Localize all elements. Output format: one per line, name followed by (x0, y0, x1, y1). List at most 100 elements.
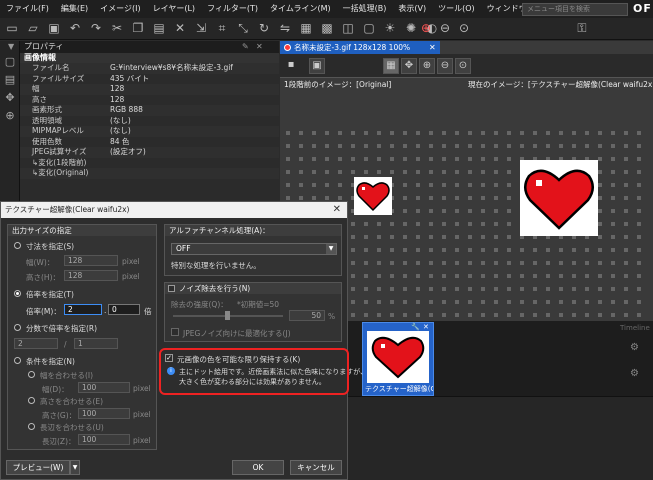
size-radio[interactable] (14, 242, 21, 249)
menu-item[interactable]: イメージ(I) (94, 0, 146, 18)
crop-icon[interactable]: ⌗ (214, 20, 230, 36)
single-view-icon[interactable]: ▪ (283, 58, 299, 74)
new-icon[interactable]: ▭ (4, 20, 20, 36)
canvas-dot (637, 157, 641, 161)
grid-view-icon[interactable]: ▦ (383, 58, 399, 74)
split-view-icon[interactable]: ▣ (309, 58, 325, 74)
menu-item[interactable]: 表示(V) (392, 0, 432, 18)
height-input[interactable]: 128 (64, 270, 118, 281)
fraction-radio[interactable] (14, 324, 21, 331)
scale-radio[interactable] (14, 290, 21, 297)
frame-icon[interactable]: ▢ (361, 20, 377, 36)
timeline-tool-icon-2[interactable]: ⚙ (630, 368, 639, 379)
scale-frac-input[interactable]: 0 (108, 304, 140, 315)
menu-item[interactable]: ツール(O) (432, 0, 481, 18)
zoom-fit-icon[interactable]: ⊙ (455, 58, 471, 74)
resize-icon[interactable]: ⤡ (235, 20, 251, 36)
timeline-frame-thumbnail[interactable]: テクスチャー超解像(C 🔧 ✕ (362, 322, 434, 396)
condition-radio[interactable] (14, 357, 21, 364)
grid-icon[interactable]: ▩ (319, 20, 335, 36)
fraction-numerator-input[interactable]: 2 (14, 338, 58, 349)
preview-button[interactable]: プレビュー(W) (6, 460, 70, 475)
canvas-dot (637, 131, 641, 135)
wrench-icon[interactable]: 🔧 (411, 323, 420, 331)
noise-removal-title: ノイズ除去を行う(N) (165, 283, 341, 294)
pin-icon[interactable]: ✎ (242, 41, 249, 53)
undo-icon[interactable]: ↶ (67, 20, 83, 36)
cancel-button[interactable]: キャンセル (290, 460, 342, 475)
canvas-dot (377, 131, 381, 135)
fit-width-radio[interactable] (28, 371, 35, 378)
canvas-dot (429, 131, 433, 135)
menu-item[interactable]: フィルター(T) (201, 0, 264, 18)
canvas-dot (507, 170, 511, 174)
fit-height-input[interactable]: 100 (78, 408, 130, 419)
canvas-dot (546, 261, 550, 265)
document-tab[interactable]: 名称未設定-3.gif 128x128 100% ✕ (280, 41, 440, 54)
canvas-dot (481, 183, 485, 187)
canvas-dot (416, 196, 420, 200)
preview-dropdown-button[interactable]: ▼ (70, 460, 80, 475)
canvas-icon[interactable]: ▦ (298, 20, 314, 36)
menu-item[interactable]: 一括処理(B) (337, 0, 393, 18)
zoom-out-icon[interactable]: ⊖ (437, 20, 453, 36)
layers-icon[interactable]: ◫ (340, 20, 356, 36)
close-dialog-icon[interactable]: ✕ (333, 202, 341, 218)
menu-item[interactable]: レイヤー(L) (147, 0, 201, 18)
zoom-out-icon[interactable]: ⊖ (437, 58, 453, 74)
save-icon[interactable]: ▣ (46, 20, 62, 36)
move-tool-icon[interactable]: ✥ (3, 91, 17, 105)
ok-button[interactable]: OK (232, 460, 284, 475)
menu-item[interactable]: タイムライン(M) (264, 0, 337, 18)
open-icon[interactable]: ▱ (25, 20, 41, 36)
noise-value-input[interactable]: 50 (289, 310, 325, 321)
scale-int-input[interactable]: 2 (64, 304, 102, 315)
transform-icon[interactable]: ⇲ (193, 20, 209, 36)
noise-slider-thumb[interactable] (225, 311, 230, 320)
menu-item[interactable]: 編集(E) (55, 0, 94, 18)
pan-icon[interactable]: ✥ (401, 58, 417, 74)
property-list: ファイル名 G:¥interview¥s8¥名称未設定-3.gif ファイルサイズ 4… (20, 63, 279, 179)
flip-icon[interactable]: ⇋ (277, 20, 293, 36)
canvas-dot (390, 170, 394, 174)
target-tool-icon[interactable]: ⊕ (3, 109, 17, 123)
canvas-dot (481, 313, 485, 317)
redo-icon[interactable]: ↷ (88, 20, 104, 36)
key-icon[interactable]: ⚿ (574, 20, 590, 36)
width-input[interactable]: 128 (64, 255, 118, 266)
menu-search-input[interactable]: メニュー項目を検索 (522, 3, 628, 16)
fraction-denominator-input[interactable]: 1 (74, 338, 118, 349)
alpha-select[interactable]: OFF ▼ (171, 243, 337, 255)
sun-icon[interactable]: ✺ (403, 20, 419, 36)
alpha-channel-group: アルファチャンネル処理(A)： OFF ▼ 特別な処理を行いません。 (164, 224, 342, 276)
close-frame-icon[interactable]: ✕ (423, 323, 429, 331)
select-tool-icon[interactable]: ▢ (3, 55, 17, 69)
zoom-in-icon[interactable]: ⊕ (419, 58, 435, 74)
canvas-dot (312, 196, 316, 200)
close-tab-icon[interactable]: ✕ (429, 41, 436, 54)
timeline-tool-icon-1[interactable]: ⚙ (630, 342, 639, 353)
brightness-icon[interactable]: ☀ (382, 20, 398, 36)
fit-height-radio[interactable] (28, 397, 35, 404)
delete-icon[interactable]: ✕ (172, 20, 188, 36)
copy-icon[interactable]: ❐ (130, 20, 146, 36)
canvas-dot (364, 131, 368, 135)
fit-long-radio[interactable] (28, 423, 35, 430)
fit-long-value-label: 長辺(Z)： (42, 437, 76, 446)
paste-icon[interactable]: ▤ (151, 20, 167, 36)
canvas-dot (624, 170, 628, 174)
rotate-icon[interactable]: ↻ (256, 20, 272, 36)
fit-width-input[interactable]: 100 (78, 382, 130, 393)
menu-item[interactable]: ファイル(F) (0, 0, 55, 18)
canvas-dot (416, 248, 420, 252)
jpeg-optimize-checkbox[interactable] (171, 328, 179, 336)
noise-removal-checkbox[interactable] (168, 285, 175, 292)
zoom-in-icon[interactable]: ⊕ (418, 20, 434, 36)
collapse-icon[interactable]: ▼ (8, 41, 14, 53)
cut-icon[interactable]: ✂ (109, 20, 125, 36)
canvas-dot (455, 144, 459, 148)
layer-tool-icon[interactable]: ▤ (3, 73, 17, 87)
fit-icon[interactable]: ⊙ (456, 20, 472, 36)
fit-long-input[interactable]: 100 (78, 434, 130, 445)
close-panel-icon[interactable]: ✕ (256, 41, 263, 53)
